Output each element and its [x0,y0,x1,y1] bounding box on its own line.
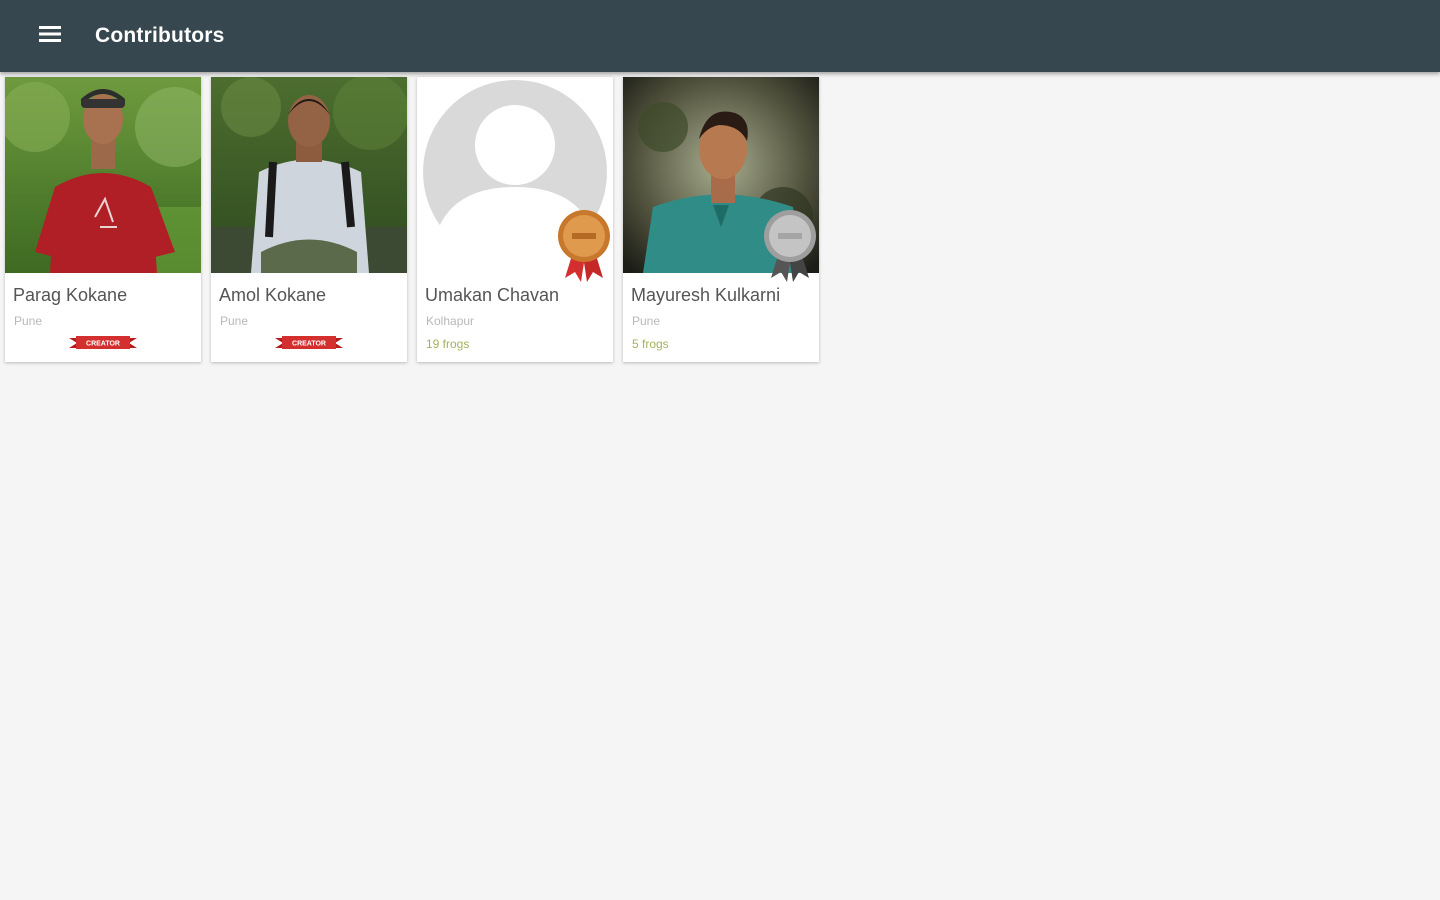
bronze-medal-icon [558,210,610,282]
contributor-city: Pune [632,314,661,328]
contributor-card[interactable]: Umakan Chavan Kolhapur 19 frogs [417,77,613,362]
contributor-name: Umakan Chavan [425,285,560,305]
contributor-card[interactable]: Mayuresh Kulkarni Pune 5 frogs [623,77,819,362]
svg-text:CREATOR: CREATOR [86,341,120,348]
contributor-name: Mayuresh Kulkarni [631,285,781,305]
menu-icon [39,25,61,48]
contributor-city: Pune [220,314,249,328]
contributor-city: Kolhapur [426,314,475,328]
contributor-card[interactable]: Amol Kokane Pune CREATOR [211,77,407,362]
silver-medal-icon [764,210,816,282]
page-title: Contributors [95,24,225,47]
contributor-photo [5,77,201,273]
contributors-grid: Parag Kokane Pune CREATOR Amol Kokane Pu… [5,77,819,362]
contributor-name: Amol Kokane [219,285,327,305]
contributor-photo [211,77,407,273]
frog-count: 19 frogs [426,337,470,351]
menu-button[interactable] [26,12,74,60]
creator-ribbon-icon: CREATOR [69,336,137,349]
contributor-city: Pune [14,314,43,328]
contributor-name: Parag Kokane [13,285,128,305]
contributor-card[interactable]: Parag Kokane Pune CREATOR [5,77,201,362]
svg-text:CREATOR: CREATOR [292,341,326,348]
app-bar: Contributors [0,0,1440,72]
frog-count: 5 frogs [632,337,669,351]
creator-ribbon-icon: CREATOR [275,336,343,349]
